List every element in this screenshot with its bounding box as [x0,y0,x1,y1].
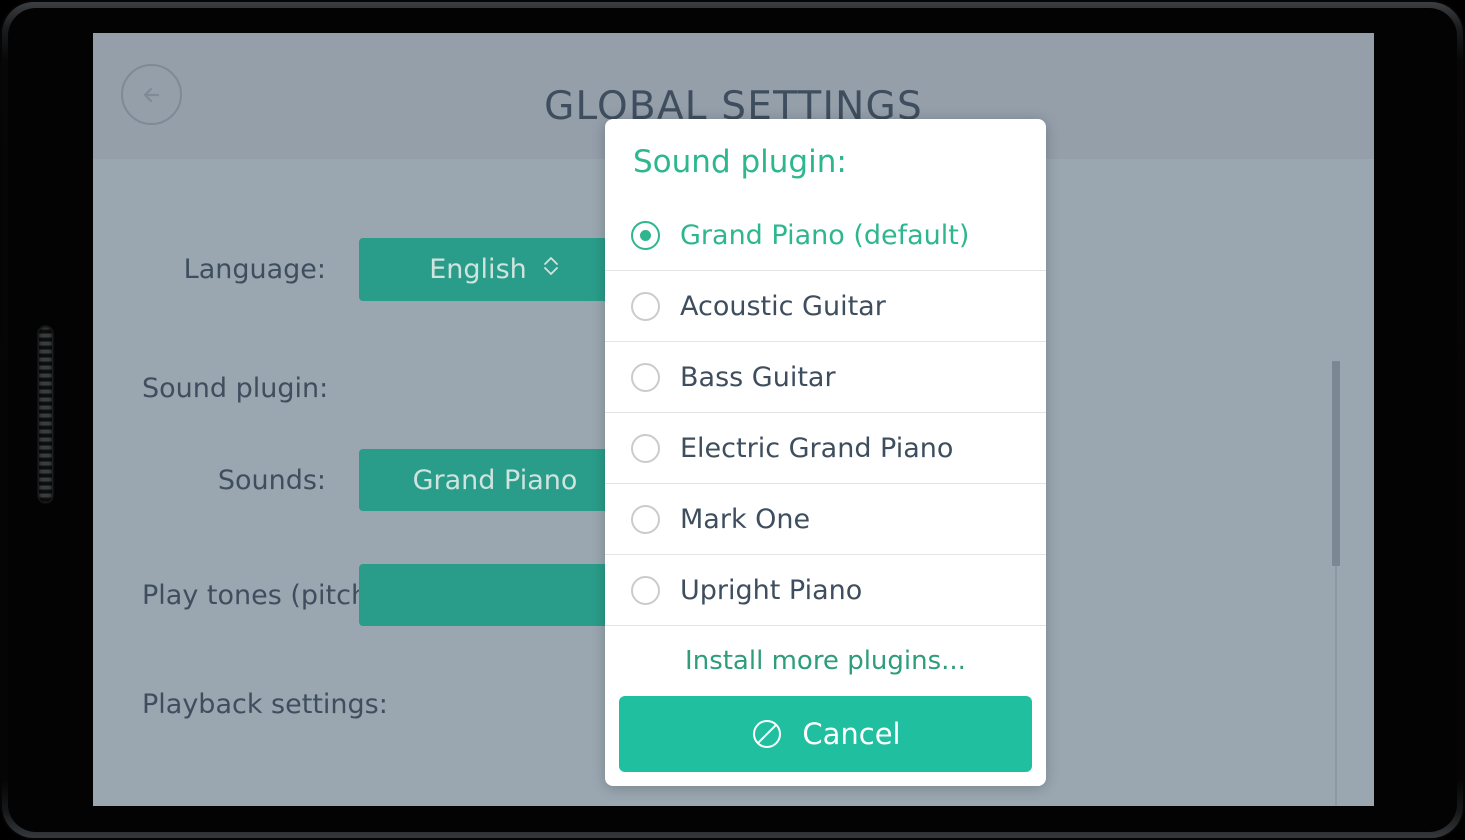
radio-unselected-icon[interactable] [631,433,660,463]
play-tones-select[interactable] [359,564,631,626]
radio-unselected-icon[interactable] [631,504,660,534]
plugin-option-row[interactable]: Mark One [605,484,1046,555]
setting-label-language: Language: [183,254,326,285]
cancel-button-label: Cancel [802,717,901,751]
plugin-option-row[interactable]: Electric Grand Piano [605,413,1046,484]
sounds-select-value: Grand Piano [412,464,578,496]
setting-label-playback-settings: Playback settings: [142,689,388,720]
radio-unselected-icon[interactable] [631,575,660,605]
plugin-option-label: Mark One [680,503,811,535]
device-frame: GLOBAL SETTINGS Language: English Sound … [0,0,1465,840]
language-select[interactable]: English [359,238,631,301]
install-more-plugins-link[interactable]: Install more plugins... [605,626,1046,696]
plugin-option-row[interactable]: Acoustic Guitar [605,271,1046,342]
setting-label-sound-plugin: Sound plugin: [142,373,329,404]
plugin-options-list: Grand Piano (default) Acoustic Guitar Bass… [605,200,1046,626]
device-side-button[interactable] [39,327,52,502]
plugin-option-label: Bass Guitar [680,361,836,393]
language-select-value: English [429,254,527,285]
cancel-button[interactable]: Cancel [619,696,1032,772]
plugin-option-label: Grand Piano (default) [680,219,970,251]
plugin-option-label: Acoustic Guitar [680,290,886,322]
radio-selected-icon[interactable] [631,220,660,250]
setting-label-play-tones: Play tones (pitch): [142,579,388,611]
sounds-select[interactable]: Grand Piano [359,449,631,511]
scrollbar-thumb[interactable] [1332,361,1340,566]
dialog-title: Sound plugin: [633,144,847,180]
prohibition-circle-slash-icon [750,717,784,751]
plugin-option-row[interactable]: Upright Piano [605,555,1046,626]
plugin-option-row[interactable]: Grand Piano (default) [605,200,1046,271]
radio-unselected-icon[interactable] [631,362,660,392]
setting-label-sounds: Sounds: [217,464,326,496]
up-down-chevron-icon [541,253,561,286]
setting-row-sound-plugin: Sound plugin: [142,373,328,404]
sound-plugin-dialog: Sound plugin: Grand Piano (default) Acous… [605,119,1046,786]
plugin-option-label: Electric Grand Piano [680,432,954,464]
plugin-option-row[interactable]: Bass Guitar [605,342,1046,413]
setting-row-playback-settings: Playback settings: [142,689,388,720]
plugin-option-label: Upright Piano [680,574,863,606]
screen: GLOBAL SETTINGS Language: English Sound … [93,33,1374,806]
radio-unselected-icon[interactable] [631,291,660,321]
